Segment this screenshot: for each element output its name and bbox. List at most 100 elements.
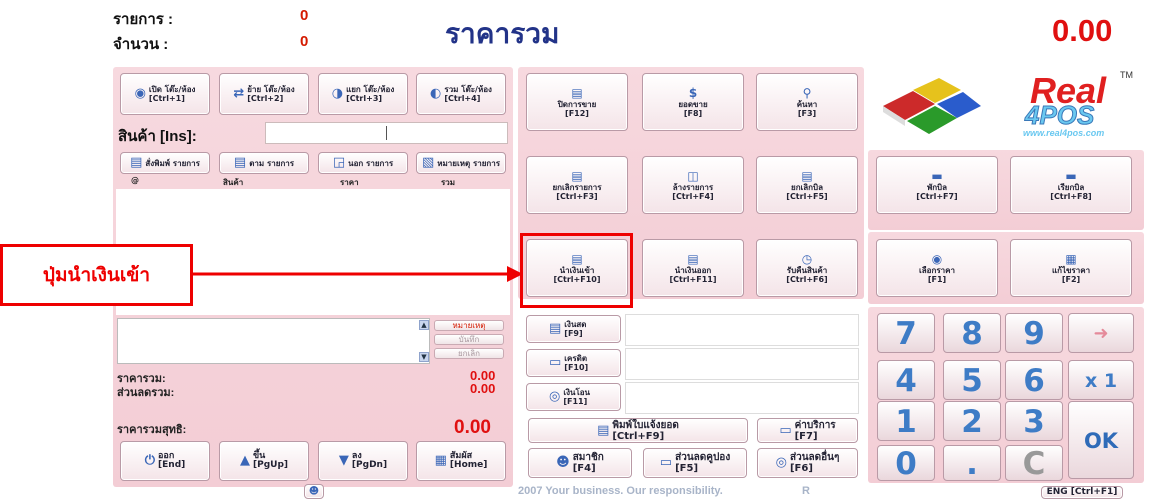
list-button-2[interactable]: ◲ นอก รายการ [318,152,408,174]
bottom-button-3[interactable]: ▦ สัมผัส [Home] [416,441,506,481]
top-button-3[interactable]: ◐ รวม โต๊ะ/ห้อง [Ctrl+4] [416,73,506,115]
col-at: @ [131,176,139,185]
print-statement-button[interactable]: ▤ พิมพ์ใบแจ้งยอด [Ctrl+F9] [528,418,748,443]
cash-out-icon: ▤ [687,252,699,266]
bill-button-0[interactable]: ▬ พักบิล [Ctrl+F7] [876,156,998,214]
bottom-button-1[interactable]: ▲ ขึ้น [PgUp] [219,441,309,481]
cancel-note-button[interactable]: ยกเลิก [434,348,504,359]
payment-button-2-text: เงินโอน [F11] [563,388,590,406]
top-button-1-key: [Ctrl+2] [247,94,284,103]
payment-button-0-label: เงินสด [564,320,587,329]
recall-bill-icon: ▬ [1065,169,1077,183]
items-value: 0 [300,7,309,24]
top-button-1[interactable]: ⇄ ย้าย โต๊ะ/ห้อง [Ctrl+2] [219,73,309,115]
top-button-2-label: แยก โต๊ะ/ห้อง [346,85,395,94]
net-value: 0.00 [454,417,491,438]
key-k0[interactable]: 0 [877,445,935,482]
note-textarea[interactable] [117,318,430,364]
function-button-0-0-label: ปิดการขาย [557,100,597,109]
function-button-1-1[interactable]: ◫ ล้างรายการ [Ctrl+F4] [642,156,744,214]
list-button-1-text: ตาม รายการ [249,159,294,168]
list-button-0-text: สั่งพิมพ์ รายการ [145,159,200,168]
cash-input[interactable] [625,314,859,346]
list-button-3[interactable]: ▧ หมายเหตุ รายการ [416,152,506,174]
function-button-1-2[interactable]: ▤ ยกเลิกบิล [Ctrl+F5] [756,156,858,214]
function-button-0-0[interactable]: ▤ ปิดการขาย [F12] [526,73,628,131]
top-button-0-key: [Ctrl+1] [148,94,185,103]
bottom-button-1-key: [PgUp] [252,460,288,470]
list-button-1[interactable]: ▤ ตาม รายการ [219,152,309,174]
key-k9[interactable]: 9 [1005,313,1063,353]
top-button-3-key: [Ctrl+4] [444,94,481,103]
scroll-up-icon[interactable]: ▲ [419,320,429,330]
function-button-0-1-label: ยอดขาย [678,100,708,109]
pos-window: รายการ : 0 จำนวน : 0 ราคารวม 0.00 สินค้า… [0,0,1152,501]
price-button-1[interactable]: ▦ แก้ไขราคา [F2] [1010,239,1132,297]
bottom-button-2-text: ลง [PgDn] [352,452,387,470]
key-dot[interactable]: . [943,445,1001,482]
top-button-0[interactable]: ◉ เปิด โต๊ะ/ห้อง [Ctrl+1] [120,73,210,115]
top-button-2[interactable]: ◑ แยก โต๊ะ/ห้อง [Ctrl+3] [318,73,408,115]
transfer-input[interactable] [625,382,859,414]
key-clear[interactable]: C [1005,445,1063,482]
printer-icon: ▤ [597,422,610,438]
payment-button-0[interactable]: ▤ เงินสด [F9] [526,315,621,343]
coupon-discount-button[interactable]: ▭ ส่วนลดคูปอง [F5] [643,448,747,478]
key-k5[interactable]: 5 [943,360,1001,400]
function-button-0-2-label: ค้นหา [796,100,818,109]
language-button[interactable]: ENG [Ctrl+F1] [1041,486,1123,499]
service-charge-button[interactable]: ▭ ค่าบริการ [F7] [757,418,858,443]
other-discount-button[interactable]: ◎ ส่วนลดอื่นๆ [F6] [757,448,858,478]
payment-button-2[interactable]: ◎ เงินโอน [F11] [526,383,621,411]
payment-button-1-label: เครดิต [564,354,588,363]
member-icon: ☻ [556,455,570,470]
function-button-1-0[interactable]: ▤ ยกเลิกรายการ [Ctrl+F3] [526,156,628,214]
user-button[interactable]: ☻ [304,484,324,499]
top-button-0-text: เปิด โต๊ะ/ห้อง [Ctrl+1] [149,85,196,103]
grand-total: 0.00 [1052,13,1113,48]
key-k8[interactable]: 8 [943,313,1001,353]
list-button-0[interactable]: ▤ สั่งพิมพ์ รายการ [120,152,210,174]
touch-icon: ▦ [434,453,447,468]
outside-list-icon: ◲ [332,155,346,170]
key-x1[interactable]: x 1 [1068,360,1134,400]
col-product: สินค้า [223,178,244,187]
bottom-button-2[interactable]: ▼ ลง [PgDn] [318,441,408,481]
down-arrow-icon: ▼ [338,453,349,468]
key-k7[interactable]: 7 [877,313,935,353]
function-button-2-0[interactable]: ▤ นำเงินเข้า [Ctrl+F10] [526,239,628,297]
key-k1[interactable]: 1 [877,401,935,441]
function-button-0-1[interactable]: $ ยอดขาย [F8] [642,73,744,131]
function-button-2-1[interactable]: ▤ นำเงินออก [Ctrl+F11] [642,239,744,297]
split-table-icon: ◑ [331,86,344,101]
credit-input[interactable] [625,348,859,380]
key-ok[interactable]: OK [1068,401,1134,479]
bottom-button-0[interactable]: ⏻ ออก [End] [120,441,210,481]
price-button-1-label: แก้ไขราคา [1051,266,1091,275]
function-button-0-2[interactable]: ⚲ ค้นหา [F3] [756,73,858,131]
key-k4[interactable]: 4 [877,360,935,400]
top-button-2-text: แยก โต๊ะ/ห้อง [Ctrl+3] [346,85,394,103]
product-input[interactable] [265,122,508,144]
price-button-1-key: [F2] [1061,275,1081,284]
print-list-icon: ▤ [130,155,143,170]
function-button-2-2[interactable]: ◷ รับคืนสินค้า [Ctrl+F6] [756,239,858,297]
bill-button-1[interactable]: ▬ เรียกบิล [Ctrl+F8] [1010,156,1132,214]
function-button-0-0-key: [F12] [565,109,589,118]
top-button-3-label: รวม โต๊ะ/ห้อง [444,85,492,94]
qty-value: 0 [300,33,309,50]
key-k6[interactable]: 6 [1005,360,1063,400]
key-k3[interactable]: 3 [1005,401,1063,441]
member-button[interactable]: ☻ สมาชิก [F4] [528,448,632,478]
save-note-button[interactable]: บันทึก [434,334,504,345]
bottom-button-1-text: ขึ้น [PgUp] [253,452,288,470]
scroll-down-icon[interactable]: ▼ [419,352,429,362]
coupon-key: [F5] [675,463,699,474]
price-button-0[interactable]: ◉ เลือกราคา [F1] [876,239,998,297]
key-back[interactable]: ➜ [1068,313,1134,353]
note-button[interactable]: หมายเหตุ [434,320,504,331]
payment-button-1[interactable]: ▭ เครดิต [F10] [526,349,621,377]
key-k2[interactable]: 2 [943,401,1001,441]
bill-button-0-label: พักบิล [926,183,948,192]
user-icon: ☻ [308,486,320,497]
